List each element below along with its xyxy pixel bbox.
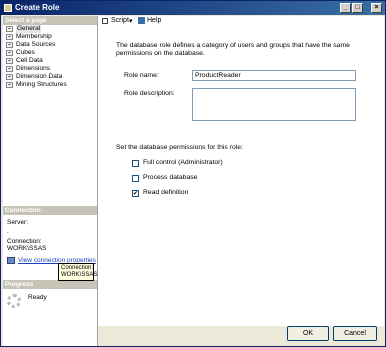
create-role-window: Create Role _ □ × Select a page General … bbox=[0, 0, 386, 347]
role-description-label: Role description: bbox=[124, 90, 175, 97]
tooltip-line2: WORK\SSAS bbox=[61, 272, 98, 278]
close-icon[interactable]: × bbox=[371, 3, 382, 13]
script-dropdown-icon[interactable]: ▾ bbox=[129, 17, 133, 25]
page-icon bbox=[6, 74, 13, 80]
help-icon bbox=[138, 17, 145, 24]
page-item-label: Cell Data bbox=[16, 57, 43, 64]
connection-tooltip: Connection: WORK\SSAS bbox=[58, 263, 98, 281]
toolbar: Script ▾ Help bbox=[98, 16, 384, 26]
cancel-button[interactable]: Cancel bbox=[333, 326, 377, 341]
page-item-general[interactable]: General bbox=[3, 25, 97, 33]
page-item-mining-structures[interactable]: Mining Structures bbox=[3, 81, 97, 89]
connection-value: WORK\SSAS bbox=[7, 245, 47, 252]
page-item-label: Mining Structures bbox=[16, 81, 67, 88]
page-icon bbox=[6, 26, 13, 32]
connection-properties-icon bbox=[7, 257, 15, 264]
page-icon bbox=[6, 58, 13, 64]
full-control-checkbox[interactable] bbox=[132, 160, 139, 167]
page-item-label: Dimensions bbox=[16, 65, 50, 72]
page-icon bbox=[6, 66, 13, 72]
page-item-label: Dimension Data bbox=[16, 73, 63, 80]
ok-button[interactable]: OK bbox=[287, 326, 329, 341]
connection-header: Connection bbox=[3, 206, 97, 215]
page-item-cubes[interactable]: Cubes bbox=[3, 49, 97, 57]
process-database-checkbox[interactable] bbox=[132, 175, 139, 182]
page-item-cell-data[interactable]: Cell Data bbox=[3, 57, 97, 65]
window-title: Create Role bbox=[15, 3, 60, 12]
permissions-title: Set the database permissions for this ro… bbox=[116, 144, 243, 151]
page-item-dimensions[interactable]: Dimensions bbox=[3, 65, 97, 73]
page-icon bbox=[6, 50, 13, 56]
script-icon bbox=[102, 18, 108, 24]
role-description-input[interactable] bbox=[192, 88, 356, 121]
page-item-label: Membership bbox=[16, 33, 52, 40]
progress-header: Progress bbox=[3, 280, 97, 289]
connection-label: Connection: bbox=[7, 238, 42, 245]
page-icon bbox=[6, 34, 13, 40]
script-button[interactable]: Script bbox=[111, 17, 129, 24]
right-pane: Script ▾ Help The database role defines … bbox=[98, 16, 384, 326]
full-control-label: Full control (Administrator) bbox=[143, 159, 223, 166]
select-page-header: Select a page bbox=[3, 16, 97, 25]
page-item-label: Data Sources bbox=[16, 41, 56, 48]
help-button[interactable]: Help bbox=[147, 17, 161, 24]
page-item-data-sources[interactable]: Data Sources bbox=[3, 41, 97, 49]
page-icon bbox=[6, 42, 13, 48]
page-item-label: Cubes bbox=[16, 49, 35, 56]
tooltip-line1: Connection: bbox=[61, 265, 94, 271]
page-icon bbox=[6, 82, 13, 88]
window-icon bbox=[4, 4, 12, 12]
page-item-label: General bbox=[16, 25, 42, 33]
general-page: The database role defines a category of … bbox=[98, 27, 384, 326]
process-database-label: Process database bbox=[143, 174, 198, 181]
read-definition-checkbox[interactable]: ✔ bbox=[132, 190, 139, 197]
progress-status: Ready bbox=[28, 294, 47, 301]
role-name-label: Role name: bbox=[124, 72, 159, 79]
role-description-text: The database role defines a category of … bbox=[116, 42, 350, 57]
title-bar: Create Role _ □ × bbox=[1, 1, 385, 15]
role-name-input[interactable]: ProductReader bbox=[192, 70, 356, 81]
read-definition-label: Read definition bbox=[143, 189, 189, 196]
server-value: . bbox=[7, 228, 9, 235]
page-item-membership[interactable]: Membership bbox=[3, 33, 97, 41]
maximize-icon[interactable]: □ bbox=[352, 3, 363, 13]
page-item-dimension-data[interactable]: Dimension Data bbox=[3, 73, 97, 81]
minimize-icon[interactable]: _ bbox=[340, 3, 351, 13]
progress-spinner-icon bbox=[7, 294, 21, 308]
server-label: Server: bbox=[7, 219, 28, 226]
